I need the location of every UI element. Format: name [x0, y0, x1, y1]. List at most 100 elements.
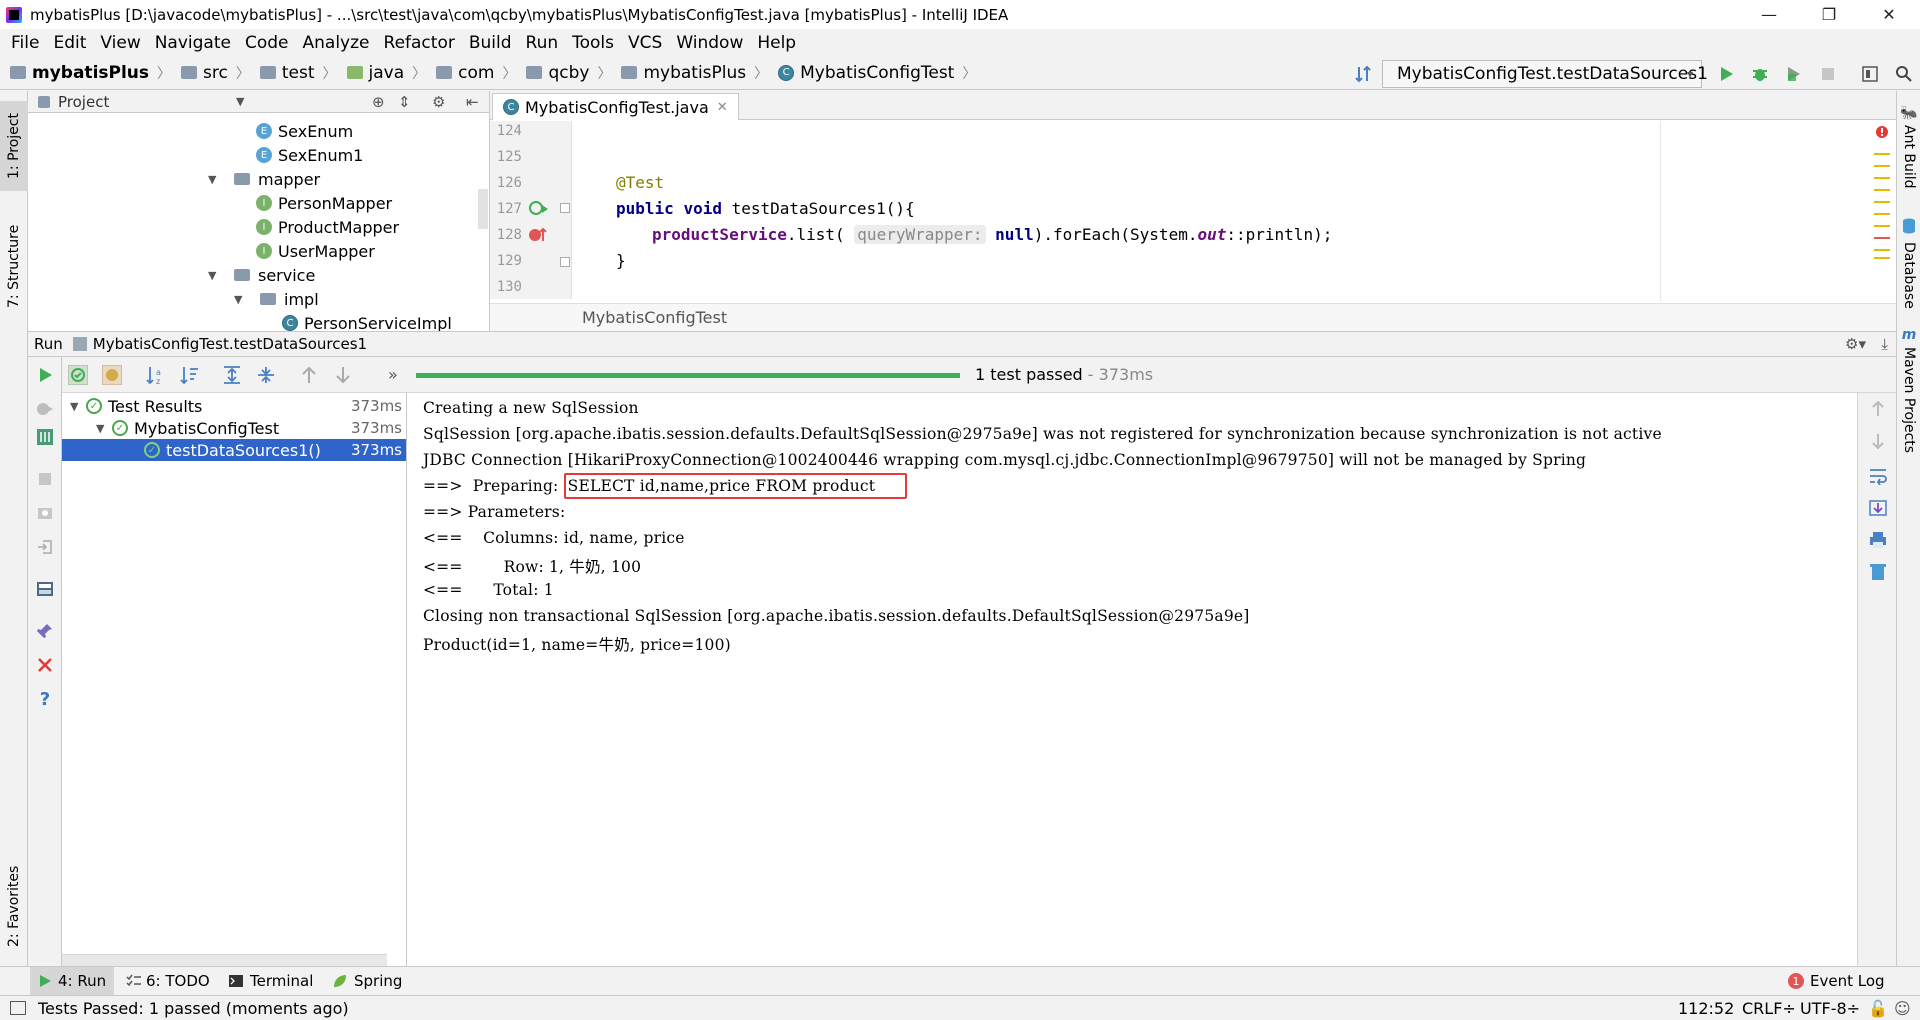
chevron-down-icon[interactable]: ▼ — [70, 400, 86, 413]
tree-item-impl[interactable]: ▼ impl — [234, 287, 319, 311]
minimize-button[interactable]: — — [1740, 0, 1798, 29]
coverage-icon[interactable] — [1782, 62, 1806, 86]
tab-event-log[interactable]: 1 Event Log — [1780, 967, 1893, 995]
sort-arrows-icon[interactable] — [1352, 62, 1376, 86]
menu-navigate[interactable]: Navigate — [148, 33, 238, 53]
pin-icon[interactable] — [35, 621, 55, 641]
chevron-down-icon[interactable]: ▼ — [208, 269, 222, 282]
menu-help[interactable]: Help — [750, 33, 803, 53]
tree-item-sexenum[interactable]: E SexEnum — [256, 119, 353, 143]
project-scrollbar[interactable] — [478, 189, 488, 229]
test-node-method[interactable]: ✓ testDataSources1() 373ms — [62, 439, 406, 461]
menu-run[interactable]: Run — [519, 33, 566, 53]
tab-ant-build[interactable]: 🐜 Ant Build — [1897, 97, 1920, 197]
tab-project[interactable]: 1: Project — [0, 101, 28, 191]
menu-vcs[interactable]: VCS — [621, 33, 669, 53]
toggle-tool-windows-icon[interactable] — [10, 1001, 26, 1015]
menu-code[interactable]: Code — [238, 33, 296, 53]
debug-icon[interactable] — [1748, 62, 1772, 86]
editor-breadcrumb[interactable]: MybatisConfigTest — [490, 303, 1896, 331]
tree-item-mapper[interactable]: ▼ mapper — [208, 167, 320, 191]
close-button[interactable]: ✕ — [1860, 0, 1918, 29]
tree-item-service[interactable]: ▼ service — [208, 263, 315, 287]
chevron-down-icon[interactable]: ▼ — [208, 173, 222, 186]
rerun-failed-icon[interactable] — [35, 399, 55, 419]
search-icon[interactable] — [1892, 62, 1916, 86]
chevron-down-icon[interactable]: ▼ — [96, 422, 112, 435]
tree-item-personmapper[interactable]: I PersonMapper — [256, 191, 392, 215]
exit-icon[interactable] — [35, 537, 55, 557]
tab-maven-projects[interactable]: m Maven Projects — [1897, 325, 1920, 455]
stop-icon[interactable] — [1816, 62, 1840, 86]
tab-favorites[interactable]: 2: Favorites — [0, 851, 28, 961]
run-configuration-select[interactable]: MybatisConfigTest.testDataSources1 ▾ — [1382, 60, 1708, 88]
menu-edit[interactable]: Edit — [46, 33, 93, 53]
menu-refactor[interactable]: Refactor — [377, 33, 462, 53]
more-icon[interactable]: » — [388, 365, 398, 384]
horizontal-scrollbar[interactable] — [62, 954, 387, 966]
caret-position[interactable]: 112:52 — [1678, 999, 1734, 1018]
breadcrumb-qcby[interactable]: qcby 〉 — [516, 63, 611, 83]
test-node-class[interactable]: ▼ ✓ MybatisConfigTest 373ms — [62, 417, 406, 439]
previous-failed-icon[interactable] — [300, 365, 318, 389]
tab-structure[interactable]: 7: Structure — [0, 211, 28, 321]
error-indicator-icon[interactable] — [1876, 123, 1888, 142]
lock-icon[interactable]: 🔓 — [1868, 999, 1888, 1018]
gear-icon[interactable]: ⚙ — [432, 93, 445, 111]
breadcrumb-project[interactable]: mybatisPlus 〉 — [0, 63, 171, 83]
down-stack-icon[interactable] — [1870, 433, 1886, 455]
toggle-auto-test-icon[interactable] — [35, 427, 55, 447]
run-icon[interactable] — [1714, 62, 1738, 86]
hide-panel-icon[interactable]: ⤓ — [1881, 335, 1888, 353]
show-ignored-icon[interactable] — [101, 364, 123, 389]
file-encoding[interactable]: UTF-8÷ — [1800, 999, 1860, 1018]
tab-mybatisconfigtest[interactable]: C MybatisConfigTest.java ✕ — [492, 93, 739, 120]
up-stack-icon[interactable] — [1870, 399, 1886, 421]
fold-icon[interactable] — [560, 257, 570, 267]
layout-icon[interactable] — [35, 579, 55, 599]
sort-duration-icon[interactable] — [180, 365, 200, 389]
collapse-all-icon[interactable]: ⇕ — [398, 93, 411, 111]
tab-todo[interactable]: 6: TODO — [118, 967, 218, 995]
run-test-gutter-icon[interactable] — [528, 199, 550, 221]
inspector-icon[interactable]: ☺ — [1894, 999, 1911, 1018]
tab-spring[interactable]: Spring — [324, 967, 410, 995]
tab-run[interactable]: 4: Run — [30, 967, 115, 995]
tab-terminal[interactable]: Terminal — [220, 967, 321, 995]
tab-database[interactable]: Database — [1897, 213, 1920, 313]
scroll-to-end-icon[interactable] — [1868, 499, 1888, 521]
rerun-icon[interactable] — [35, 365, 55, 385]
gear-icon[interactable]: ⚙▾ — [1845, 335, 1866, 353]
clear-all-icon[interactable] — [1870, 563, 1886, 585]
show-passed-icon[interactable] — [67, 364, 89, 389]
breadcrumb-class[interactable]: C MybatisConfigTest 〉 — [768, 63, 976, 83]
close-icon[interactable] — [35, 655, 55, 675]
tree-item-sexenum1[interactable]: E SexEnum1 — [256, 143, 363, 167]
help-icon[interactable]: ? — [35, 689, 55, 710]
breadcrumb-test[interactable]: test 〉 — [250, 63, 337, 83]
menu-view[interactable]: View — [93, 33, 147, 53]
project-structure-icon[interactable] — [1858, 62, 1882, 86]
error-stripe[interactable] — [1874, 145, 1890, 295]
next-failed-icon[interactable] — [334, 365, 352, 389]
autowired-gutter-icon[interactable] — [528, 225, 550, 247]
hide-panel-icon[interactable]: ⇤ — [466, 93, 479, 111]
menu-tools[interactable]: Tools — [565, 33, 621, 53]
test-node-root[interactable]: ▼ ✓ Test Results 373ms — [62, 395, 406, 417]
collapse-all-icon[interactable] — [256, 365, 276, 389]
line-separator[interactable]: CRLF÷ — [1742, 999, 1796, 1018]
run-tab-config[interactable]: MybatisConfigTest.testDataSources1 — [93, 335, 367, 353]
soft-wrap-icon[interactable] — [1868, 467, 1888, 489]
fold-icon[interactable] — [560, 203, 570, 213]
restore-button[interactable]: ❐ — [1800, 0, 1858, 29]
menu-file[interactable]: File — [4, 33, 46, 53]
expand-all-icon[interactable] — [222, 365, 242, 389]
locate-icon[interactable]: ⊕ — [372, 93, 385, 111]
tree-item-usermapper[interactable]: I UserMapper — [256, 239, 375, 263]
dump-threads-icon[interactable] — [35, 503, 55, 523]
breadcrumb-java[interactable]: java 〉 — [337, 63, 426, 83]
sort-alpha-icon[interactable]: az — [146, 365, 166, 389]
menu-analyze[interactable]: Analyze — [296, 33, 377, 53]
project-view-select[interactable]: Project — [58, 93, 109, 111]
print-icon[interactable] — [1868, 531, 1888, 553]
